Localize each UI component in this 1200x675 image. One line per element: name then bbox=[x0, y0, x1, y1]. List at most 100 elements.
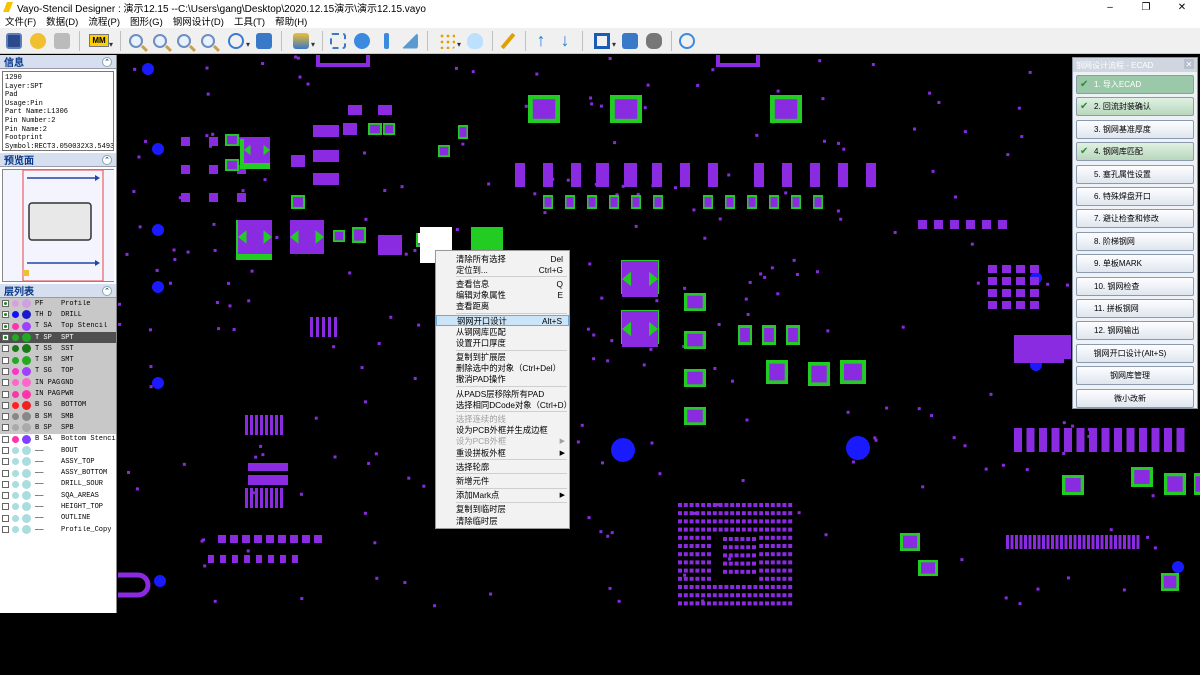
layer-color-swatch[interactable] bbox=[12, 300, 19, 308]
target-button[interactable] bbox=[676, 30, 698, 52]
pad[interactable] bbox=[378, 235, 402, 255]
bga-ball[interactable] bbox=[701, 560, 706, 565]
pad[interactable] bbox=[275, 488, 278, 508]
via-pad[interactable] bbox=[535, 72, 539, 76]
bga-ball[interactable] bbox=[695, 544, 700, 548]
via-pad[interactable] bbox=[1018, 602, 1022, 606]
layer-row[interactable]: T SA Top Stencil bbox=[0, 320, 116, 332]
bga-ball[interactable] bbox=[741, 511, 746, 516]
via-pad[interactable] bbox=[815, 270, 819, 274]
workflow-action-button[interactable]: 钢网库管理 bbox=[1076, 366, 1194, 386]
pad[interactable] bbox=[313, 125, 339, 137]
via-pad[interactable] bbox=[263, 178, 267, 182]
pad[interactable] bbox=[652, 163, 662, 187]
via-pad[interactable] bbox=[1025, 468, 1029, 472]
pad[interactable] bbox=[1033, 535, 1036, 549]
pad[interactable] bbox=[209, 137, 218, 146]
bga-ball[interactable] bbox=[770, 519, 775, 524]
via-pad[interactable] bbox=[206, 92, 210, 96]
bga-ball[interactable] bbox=[782, 527, 787, 532]
pad[interactable] bbox=[1118, 535, 1122, 549]
via-pad[interactable] bbox=[730, 379, 734, 383]
workflow-step-button[interactable]: 10. 钢网检查 bbox=[1076, 276, 1194, 296]
stencil-aperture[interactable] bbox=[903, 535, 917, 549]
via-pad[interactable] bbox=[227, 281, 231, 285]
layer-row[interactable]: IN PAG PWR bbox=[0, 388, 116, 400]
via-pad[interactable] bbox=[172, 248, 176, 252]
via-pad[interactable] bbox=[613, 141, 617, 145]
via-pad[interactable] bbox=[275, 236, 279, 240]
bga-ball[interactable] bbox=[770, 527, 775, 532]
bga-ball[interactable] bbox=[776, 544, 781, 548]
context-menu-item[interactable]: 复制到扩展层 bbox=[436, 352, 569, 363]
via-pad[interactable] bbox=[763, 275, 767, 279]
via-pad[interactable] bbox=[821, 97, 825, 101]
bga-ball[interactable] bbox=[752, 537, 756, 541]
bga-ball[interactable] bbox=[678, 527, 682, 532]
frame-dropdown[interactable] bbox=[587, 30, 617, 52]
layer-color-dot[interactable] bbox=[22, 355, 31, 365]
bga-ball[interactable] bbox=[776, 511, 781, 516]
bga-ball[interactable] bbox=[695, 601, 700, 606]
via-pad[interactable] bbox=[127, 470, 131, 474]
bga-ball[interactable] bbox=[707, 519, 711, 524]
via[interactable] bbox=[152, 281, 164, 293]
via-pad[interactable] bbox=[1001, 463, 1005, 467]
menu-graphics[interactable]: 图形(G) bbox=[125, 14, 168, 28]
bga-ball[interactable] bbox=[678, 535, 682, 540]
pad[interactable] bbox=[250, 415, 253, 435]
stencil-aperture[interactable] bbox=[704, 197, 712, 207]
bga-ball[interactable] bbox=[689, 585, 694, 589]
pad[interactable] bbox=[1051, 535, 1054, 549]
pad[interactable] bbox=[230, 535, 238, 543]
layer-row[interactable]: —— ASSY_BOTTOM bbox=[0, 467, 116, 478]
via-pad[interactable] bbox=[367, 461, 371, 465]
bga-ball[interactable] bbox=[701, 552, 706, 557]
via-pad[interactable] bbox=[960, 558, 964, 562]
context-menu-item[interactable]: 清除所有选择 Del bbox=[436, 253, 569, 264]
via-pad[interactable] bbox=[608, 57, 612, 61]
transfer-button[interactable] bbox=[619, 30, 641, 52]
zoom-out-button[interactable] bbox=[149, 30, 171, 52]
context-menu-item[interactable]: 选择轮廓 bbox=[436, 461, 569, 472]
context-menu-item[interactable]: 从PADS层移除所有PAD bbox=[436, 388, 569, 399]
context-menu-item[interactable]: 选择相同DCode对象（Ctrl+D） bbox=[436, 399, 572, 410]
pad[interactable] bbox=[181, 165, 190, 174]
zoom-window-button[interactable] bbox=[197, 30, 219, 52]
collapse-layers-button[interactable]: ⌃ bbox=[102, 285, 112, 296]
via-pad[interactable] bbox=[524, 104, 528, 108]
bga-ball[interactable] bbox=[770, 601, 775, 606]
bga-ball[interactable] bbox=[683, 511, 688, 516]
stencil-aperture[interactable] bbox=[439, 146, 449, 156]
layer-visibility-checkbox[interactable] bbox=[2, 458, 9, 466]
bga-ball[interactable] bbox=[770, 576, 775, 581]
pad[interactable] bbox=[343, 123, 357, 135]
stencil-aperture[interactable] bbox=[814, 197, 822, 207]
stencil-aperture[interactable] bbox=[811, 365, 827, 383]
bga-ball[interactable] bbox=[759, 519, 764, 524]
pad[interactable] bbox=[1014, 428, 1022, 452]
pad[interactable] bbox=[256, 555, 262, 563]
stencil-aperture[interactable] bbox=[354, 229, 364, 241]
bga-ball[interactable] bbox=[776, 527, 781, 532]
pad[interactable] bbox=[934, 220, 943, 229]
via-pad[interactable] bbox=[748, 280, 752, 284]
via-pad[interactable] bbox=[599, 530, 603, 534]
bga-ball[interactable] bbox=[707, 560, 711, 565]
pad[interactable] bbox=[680, 163, 690, 187]
bga-ball[interactable] bbox=[683, 601, 688, 606]
collapse-info-button[interactable]: ⌃ bbox=[102, 56, 112, 67]
pad[interactable] bbox=[1006, 535, 1009, 549]
bga-ball[interactable] bbox=[736, 511, 740, 516]
layer-color-dot[interactable] bbox=[22, 389, 31, 399]
via-pad[interactable] bbox=[976, 281, 980, 285]
bga-ball[interactable] bbox=[718, 601, 723, 606]
via-pad[interactable] bbox=[692, 208, 696, 212]
via-pad[interactable] bbox=[1122, 588, 1126, 592]
via-pad[interactable] bbox=[683, 573, 687, 577]
layer-color-dot[interactable] bbox=[22, 299, 31, 309]
bga-ball[interactable] bbox=[707, 511, 711, 516]
bga-ball[interactable] bbox=[695, 568, 700, 573]
bga-ball[interactable] bbox=[740, 569, 745, 574]
workflow-close-button[interactable]: ✕ bbox=[1184, 59, 1194, 69]
